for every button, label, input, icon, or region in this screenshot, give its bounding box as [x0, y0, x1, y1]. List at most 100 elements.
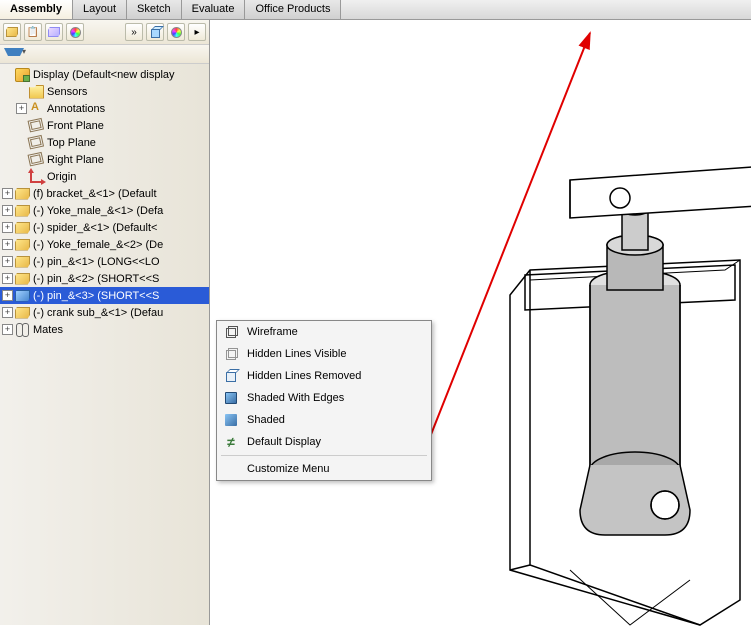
expand-toggle[interactable]: + — [2, 324, 13, 335]
menu-shaded[interactable]: Shaded — [217, 409, 431, 431]
part-icon — [15, 273, 30, 285]
display-style-context-menu: Wireframe Hidden Lines Visible Hidden Li… — [216, 320, 432, 481]
feature-manager-panel: 📋 » ▸ ▾ Display (Default<new display Sen… — [0, 20, 210, 625]
menu-customize[interactable]: Customize Menu — [217, 458, 431, 480]
menu-label: Customize Menu — [247, 463, 330, 475]
tree-part-yoke-male[interactable]: + (-) Yoke_male_&<1> (Defa — [0, 202, 209, 219]
tab-layout[interactable]: Layout — [73, 0, 127, 19]
wireframe-icon — [223, 324, 239, 340]
mates-icon — [15, 323, 30, 337]
tree-right-plane[interactable]: Right Plane — [0, 151, 209, 168]
expand-toggle[interactable]: + — [2, 239, 13, 250]
menu-label: Hidden Lines Removed — [247, 370, 361, 382]
tree-label: (f) bracket_&<1> (Default — [33, 188, 157, 200]
property-tab-icon[interactable]: 📋 — [24, 23, 42, 41]
part-icon — [15, 239, 30, 251]
shaded-edges-icon — [223, 390, 239, 406]
menu-label: Shaded — [247, 414, 285, 426]
plane-icon — [28, 117, 46, 134]
tab-office-products[interactable]: Office Products — [245, 0, 341, 19]
expand-toggle[interactable]: + — [16, 103, 27, 114]
ribbon-tabs: Assembly Layout Sketch Evaluate Office P… — [0, 0, 751, 20]
menu-shaded-edges[interactable]: Shaded With Edges — [217, 387, 431, 409]
model-drawing — [440, 70, 751, 630]
tree-label: Top Plane — [47, 137, 96, 149]
expand-toggle[interactable]: + — [2, 307, 13, 318]
tree-label: (-) pin_&<1> (LONG<<LO — [33, 256, 160, 268]
expand-toggle[interactable]: + — [2, 188, 13, 199]
feature-tree: Display (Default<new display Sensors + A… — [0, 64, 209, 625]
tree-label: (-) Yoke_male_&<1> (Defa — [33, 205, 163, 217]
tree-mates[interactable]: + Mates — [0, 321, 209, 338]
appearance-tab-icon[interactable] — [66, 23, 84, 41]
tree-label: Mates — [33, 324, 63, 336]
part-icon — [15, 290, 30, 302]
shaded-icon — [223, 412, 239, 428]
expand-toggle[interactable]: + — [2, 273, 13, 284]
menu-separator — [221, 455, 427, 456]
menu-label: Default Display — [247, 436, 321, 448]
tree-part-bracket[interactable]: + (f) bracket_&<1> (Default — [0, 185, 209, 202]
part-icon — [15, 205, 30, 217]
tree-part-spider[interactable]: + (-) spider_&<1> (Default< — [0, 219, 209, 236]
menu-label: Shaded With Edges — [247, 392, 344, 404]
part-icon — [15, 307, 30, 319]
expand-toggle[interactable]: + — [2, 222, 13, 233]
menu-label: Wireframe — [247, 326, 298, 338]
show-pane-icon[interactable]: » — [125, 23, 143, 41]
folder-icon — [29, 85, 44, 99]
filter-icon[interactable] — [4, 47, 20, 61]
menu-hidden-removed[interactable]: Hidden Lines Removed — [217, 365, 431, 387]
tree-top-plane[interactable]: Top Plane — [0, 134, 209, 151]
display-pane-icon[interactable] — [167, 23, 185, 41]
tree-label: Right Plane — [47, 154, 104, 166]
tree-part-yoke-female[interactable]: + (-) Yoke_female_&<2> (De — [0, 236, 209, 253]
tree-annotations[interactable]: + Annotations — [0, 100, 209, 117]
tree-label: Sensors — [47, 86, 87, 98]
expand-toggle[interactable]: + — [2, 205, 13, 216]
tree-root-label: Display (Default<new display — [33, 69, 175, 81]
tree-part-pin3-selected[interactable]: + (-) pin_&<3> (SHORT<<S — [0, 287, 209, 304]
filter-bar: ▾ — [0, 45, 209, 64]
annotations-icon — [29, 102, 44, 116]
tree-label: Origin — [47, 171, 76, 183]
plane-icon — [28, 151, 46, 168]
config-tab-icon[interactable] — [45, 23, 63, 41]
cube-icon[interactable] — [146, 23, 164, 41]
tree-label: Front Plane — [47, 120, 104, 132]
tree-part-crank[interactable]: + (-) crank sub_&<1> (Defau — [0, 304, 209, 321]
tree-root[interactable]: Display (Default<new display — [0, 66, 209, 83]
tab-assembly[interactable]: Assembly — [0, 0, 73, 19]
tree-origin[interactable]: Origin — [0, 168, 209, 185]
expand-icon[interactable]: ▸ — [188, 23, 206, 41]
feature-tree-tab-icon[interactable] — [3, 23, 21, 41]
menu-label: Hidden Lines Visible — [247, 348, 346, 360]
hidden-visible-icon — [223, 346, 239, 362]
tree-label: (-) spider_&<1> (Default< — [33, 222, 157, 234]
tree-part-pin2[interactable]: + (-) pin_&<2> (SHORT<<S — [0, 270, 209, 287]
tree-label: Annotations — [47, 103, 105, 115]
menu-default-display[interactable]: ≠ Default Display — [217, 431, 431, 453]
plane-icon — [28, 134, 46, 151]
tab-evaluate[interactable]: Evaluate — [182, 0, 246, 19]
menu-wireframe[interactable]: Wireframe — [217, 321, 431, 343]
assembly-icon — [15, 68, 30, 82]
default-display-icon: ≠ — [223, 434, 239, 450]
part-icon — [15, 188, 30, 200]
tree-label: (-) Yoke_female_&<2> (De — [33, 239, 163, 251]
tree-sensors[interactable]: Sensors — [0, 83, 209, 100]
hidden-removed-icon — [223, 368, 239, 384]
tree-label: (-) pin_&<2> (SHORT<<S — [33, 273, 159, 285]
tree-part-pin1[interactable]: + (-) pin_&<1> (LONG<<LO — [0, 253, 209, 270]
tree-label: (-) pin_&<3> (SHORT<<S — [33, 290, 159, 302]
part-icon — [15, 222, 30, 234]
origin-icon — [29, 170, 44, 184]
tree-front-plane[interactable]: Front Plane — [0, 117, 209, 134]
tree-label: (-) crank sub_&<1> (Defau — [33, 307, 163, 319]
tab-sketch[interactable]: Sketch — [127, 0, 182, 19]
expand-toggle[interactable]: + — [2, 290, 13, 301]
part-icon — [15, 256, 30, 268]
menu-hidden-visible[interactable]: Hidden Lines Visible — [217, 343, 431, 365]
expand-toggle[interactable]: + — [2, 256, 13, 267]
panel-tab-bar: 📋 » ▸ — [0, 20, 209, 45]
